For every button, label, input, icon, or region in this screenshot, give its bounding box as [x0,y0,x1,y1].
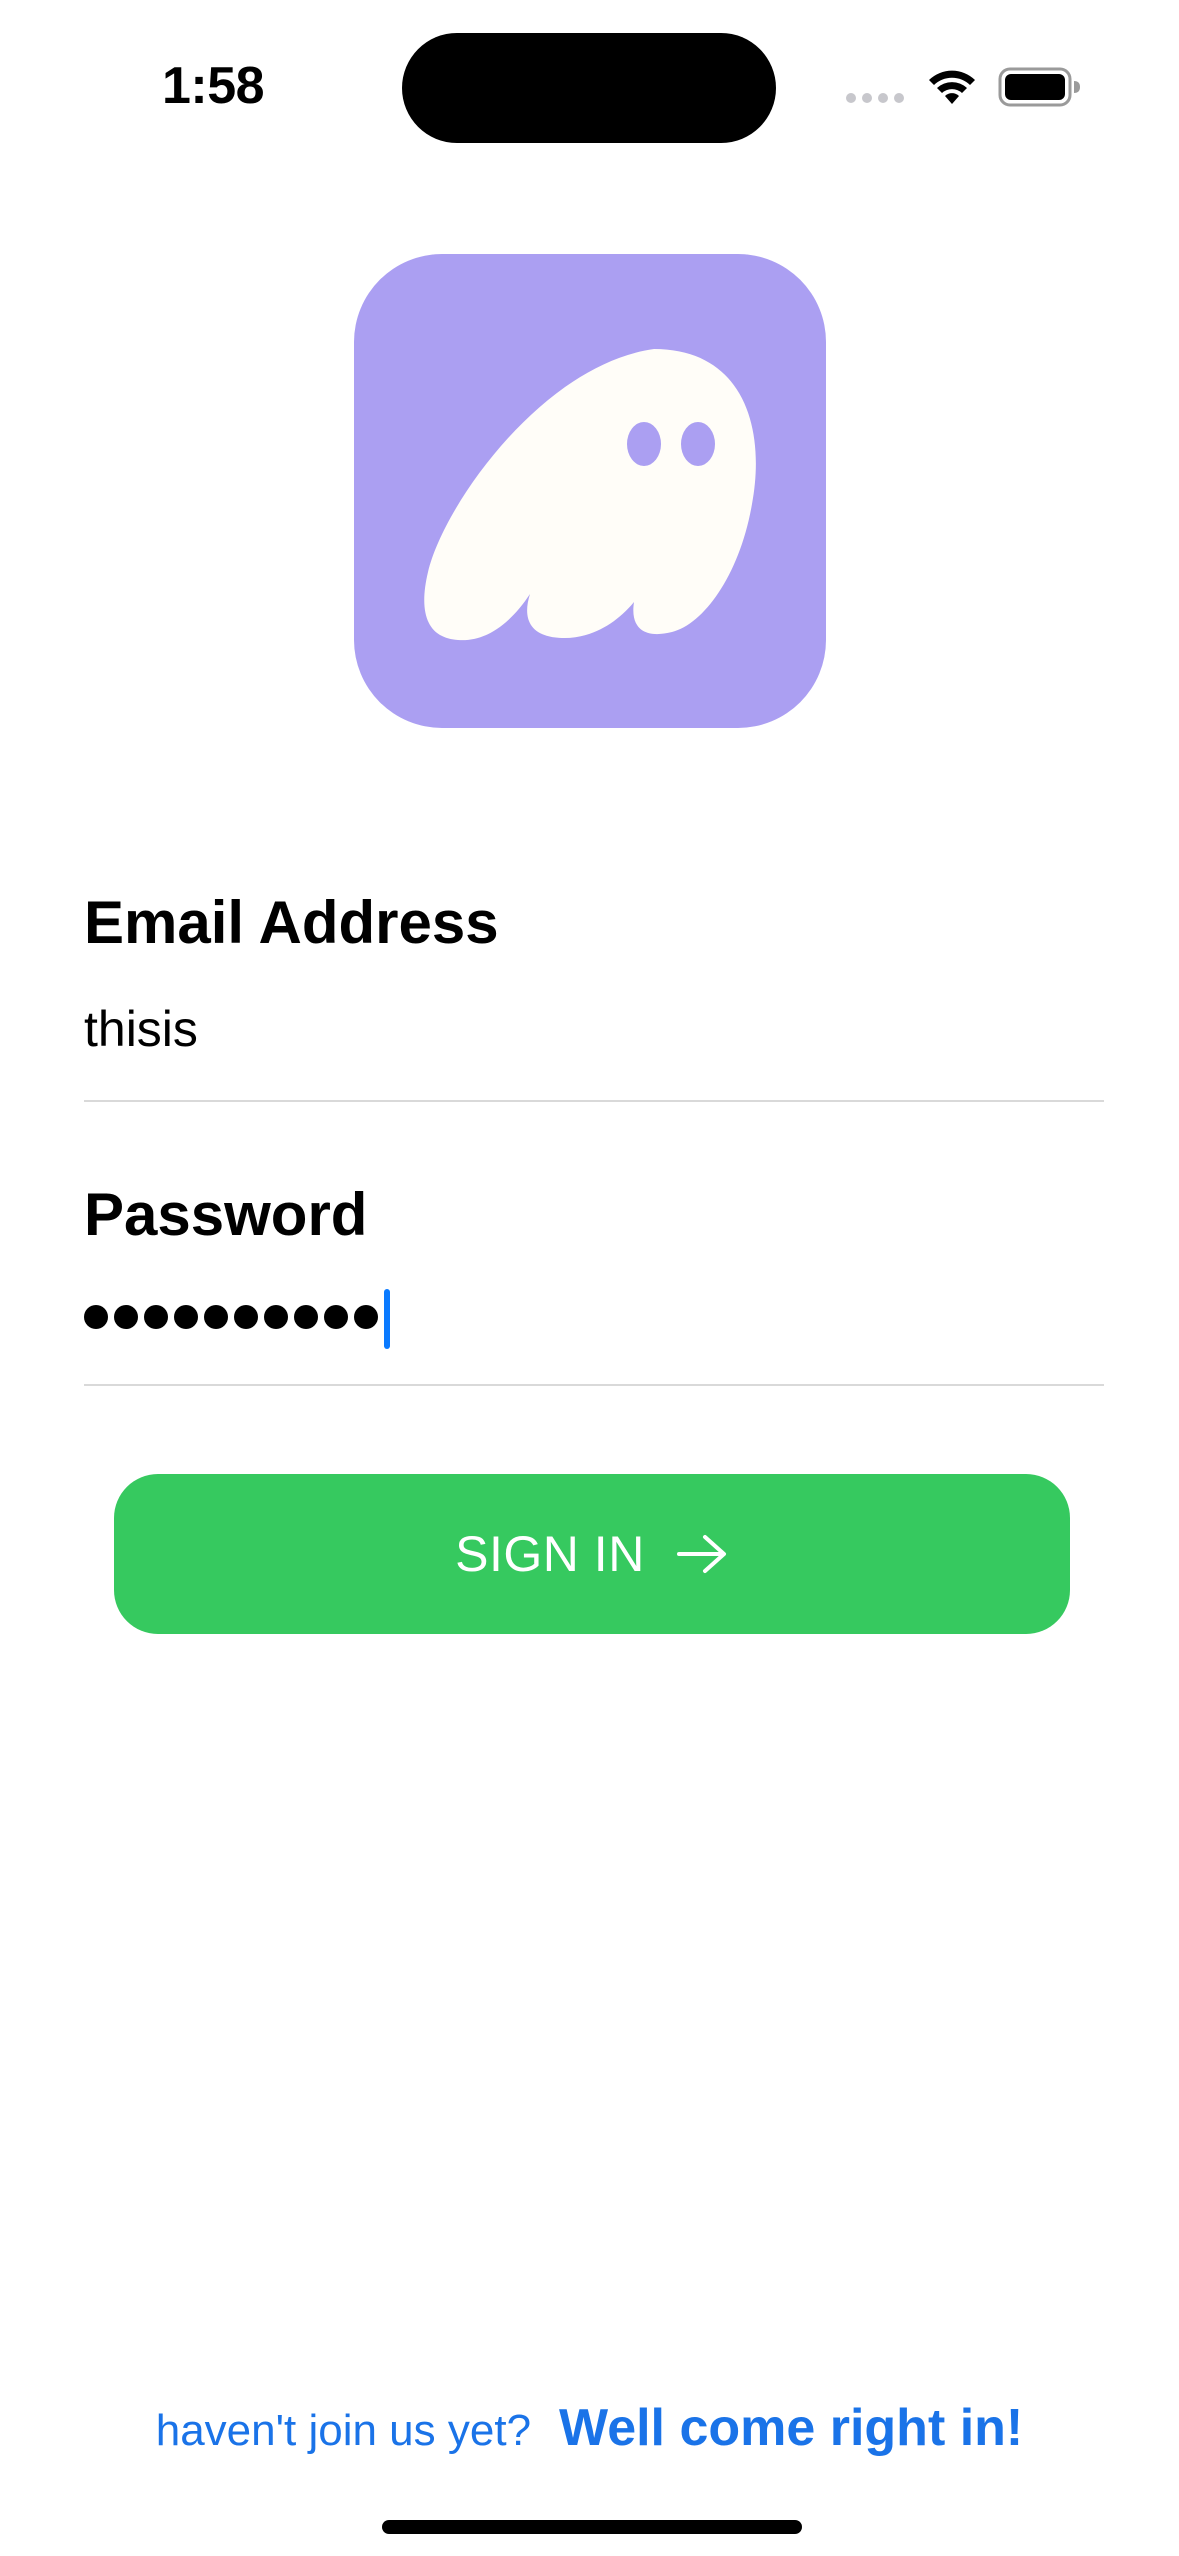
password-dot [324,1304,348,1329]
dynamic-island [402,33,776,143]
password-dot [144,1304,168,1329]
sign-in-label: SIGN IN [455,1526,645,1582]
password-dot [174,1304,198,1329]
password-dot [294,1304,318,1329]
status-time: 1:58 [162,57,265,115]
password-dot [114,1304,138,1329]
email-label: Email Address [84,889,499,956]
home-indicator[interactable] [382,2520,802,2534]
battery-icon [998,67,1080,107]
text-cursor [384,1289,390,1349]
arrow-right-icon [676,1535,726,1573]
password-dot [204,1304,228,1329]
password-dot [354,1304,378,1329]
password-dot [84,1304,108,1329]
app-logo [354,254,826,728]
password-dot [234,1304,258,1329]
password-dots [84,1304,384,1334]
email-input[interactable]: thisis [84,1000,198,1058]
signup-prompt: haven't join us yet? [155,2406,532,2455]
password-label: Password [84,1181,368,1248]
signup-link[interactable]: Well come right in! [559,2398,1023,2458]
wifi-icon [929,70,975,104]
footer: haven't join us yet? Well come right in! [0,2398,1179,2458]
cellular-signal-icon [846,93,904,103]
password-underline [84,1384,1104,1386]
email-underline [84,1100,1104,1102]
sign-in-button[interactable]: SIGN IN [114,1474,1070,1634]
password-input[interactable]: •••••••••• [84,1284,390,1354]
password-dot [264,1304,288,1329]
ghost-logo-icon [424,349,756,641]
